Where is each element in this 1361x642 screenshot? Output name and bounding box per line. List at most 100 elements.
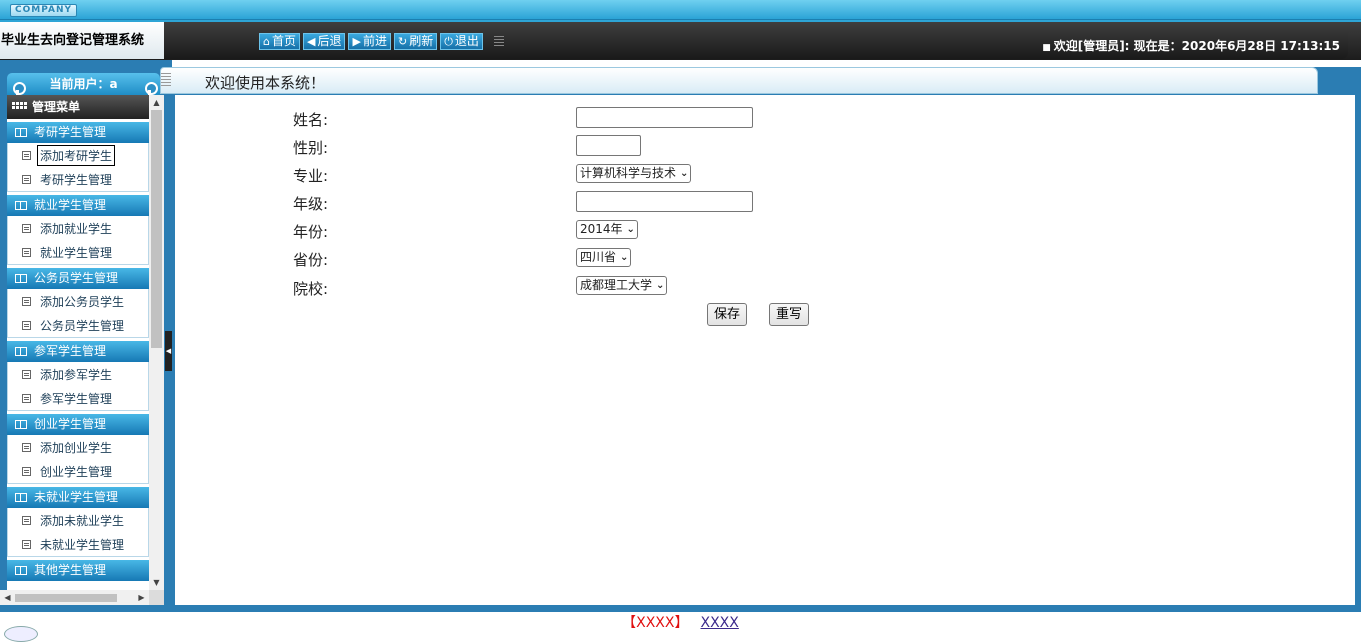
school-select-value: 成都理工大学	[580, 278, 653, 292]
group-header-kaoyan[interactable]: 考研学生管理	[7, 122, 149, 143]
back-button[interactable]: ◀ 后退	[303, 33, 346, 50]
document-icon	[22, 369, 31, 379]
welcome-status: ■ 欢迎[管理员]: 现在是：2020年6月28日 17:13:15	[1042, 37, 1340, 54]
tab-grip-icon	[161, 73, 171, 87]
menu-item-label: 考研学生管理	[40, 172, 113, 187]
school-select-box[interactable]: 成都理工大学 ⌄	[576, 276, 668, 295]
footer-link[interactable]: XXXX	[701, 615, 739, 631]
forward-button[interactable]: ▶ 前进	[348, 33, 391, 50]
scroll-left-arrow-icon[interactable]: ◀	[0, 590, 15, 605]
year-select[interactable]: 2014年 ⌄	[576, 220, 638, 239]
scroll-thumb[interactable]	[151, 110, 162, 348]
menu-item-manage-kaoyan[interactable]: 考研学生管理	[8, 167, 148, 191]
book-icon	[15, 566, 27, 575]
home-button[interactable]: ⌂ 首页	[259, 33, 300, 50]
current-time: 现在是：2020年6月28日 17:13:15	[1133, 39, 1340, 53]
company-logo: COMPANY	[10, 4, 77, 17]
home-icon: ⌂	[263, 35, 270, 48]
menu-item-manage-chuangye[interactable]: 创业学生管理	[8, 459, 148, 483]
group-title: 未就业学生管理	[34, 490, 119, 504]
major-select-box[interactable]: 计算机科学与技术 ⌄	[576, 164, 692, 183]
menu-item-label: 就业学生管理	[40, 245, 113, 260]
power-icon: ⏻	[444, 35, 453, 48]
menu-item-label: 添加考研学生	[37, 144, 116, 166]
school-select[interactable]: 成都理工大学 ⌄	[576, 276, 668, 295]
name-label: 姓名:	[293, 111, 329, 129]
footer-badge-icon	[4, 626, 38, 642]
back-arrow-icon: ◀	[307, 35, 316, 48]
current-user-bar: 当前用户：a	[7, 73, 160, 100]
home-button-label: 首页	[271, 34, 296, 48]
group-header-weijiuye[interactable]: 未就业学生管理	[7, 487, 149, 508]
group-title: 公务员学生管理	[34, 271, 119, 285]
scroll-down-arrow-icon[interactable]: ▼	[149, 575, 164, 590]
gender-input[interactable]	[576, 135, 641, 156]
forward-arrow-icon: ▶	[352, 35, 361, 48]
forward-button-label: 前进	[362, 34, 387, 48]
document-icon	[22, 466, 31, 476]
menu-item-add-weijiuye[interactable]: 添加未就业学生	[8, 508, 148, 532]
group-title: 参军学生管理	[34, 344, 107, 358]
refresh-icon: ↻	[397, 35, 408, 48]
grade-input[interactable]	[576, 191, 753, 212]
refresh-button[interactable]: ↻ 刷新	[393, 33, 438, 50]
book-icon	[15, 201, 27, 210]
back-button-label: 后退	[317, 34, 342, 48]
menu-group-gongwuyuan: 公务员学生管理 添加公务员学生 公务员学生管理	[7, 265, 149, 338]
menu-group-kaoyan: 考研学生管理 添加考研学生 考研学生管理	[7, 119, 149, 192]
system-title: 毕业生去向登记管理系统	[0, 22, 164, 59]
province-select-box[interactable]: 四川省 ⌄	[576, 248, 632, 267]
major-select[interactable]: 计算机科学与技术 ⌄	[576, 164, 692, 183]
name-field-wrap	[576, 107, 753, 128]
group-header-gongwuyuan[interactable]: 公务员学生管理	[7, 268, 149, 289]
menu-group-jiuye: 就业学生管理 添加就业学生 就业学生管理	[7, 192, 149, 265]
menu-item-label: 添加公务员学生	[40, 294, 125, 309]
document-icon	[22, 296, 31, 306]
sidebar-horizontal-scrollbar[interactable]: ◀ ▶	[0, 590, 149, 605]
square-bullet-icon: ■	[1042, 43, 1051, 53]
menu-item-label: 添加创业学生	[40, 440, 113, 455]
book-icon	[15, 347, 27, 356]
chevron-down-icon: ⌄	[620, 252, 629, 263]
menu-item-add-chuangye[interactable]: 添加创业学生	[8, 435, 148, 459]
save-button[interactable]: 保存	[707, 303, 748, 326]
footer: 【XXXX】 XXXX	[0, 612, 1361, 633]
document-icon	[22, 515, 31, 525]
menu-group-qita: 其他学生管理	[7, 557, 149, 581]
document-icon	[22, 223, 31, 233]
group-header-canjun[interactable]: 参军学生管理	[7, 341, 149, 362]
menu-item-label: 添加就业学生	[40, 221, 113, 236]
menu-item-add-gongwuyuan[interactable]: 添加公务员学生	[8, 289, 148, 313]
gender-field-wrap	[576, 135, 641, 156]
scrollbar-corner	[149, 590, 164, 605]
menu-item-manage-weijiuye[interactable]: 未就业学生管理	[8, 532, 148, 556]
chevron-down-icon: ⌄	[680, 168, 689, 179]
name-input[interactable]	[576, 107, 753, 128]
menu-item-manage-gongwuyuan[interactable]: 公务员学生管理	[8, 313, 148, 337]
sidebar-vertical-scrollbar[interactable]: ▲ ▼	[149, 95, 164, 590]
menu-item-manage-jiuye[interactable]: 就业学生管理	[8, 240, 148, 264]
menu-item-add-kaoyan[interactable]: 添加考研学生	[8, 143, 148, 167]
province-select[interactable]: 四川省 ⌄	[576, 248, 632, 267]
year-select-box[interactable]: 2014年 ⌄	[576, 220, 638, 239]
menu-group-canjun: 参军学生管理 添加参军学生 参军学生管理	[7, 338, 149, 411]
document-icon	[22, 393, 31, 403]
group-header-qita[interactable]: 其他学生管理	[7, 560, 149, 581]
year-select-value: 2014年	[580, 222, 623, 236]
logout-button[interactable]: ⏻ 退出	[440, 33, 483, 50]
chevron-down-icon: ⌄	[626, 224, 635, 235]
group-header-chuangye[interactable]: 创业学生管理	[7, 414, 149, 435]
document-icon	[22, 174, 31, 184]
menu-group-chuangye: 创业学生管理 添加创业学生 创业学生管理	[7, 411, 149, 484]
group-header-jiuye[interactable]: 就业学生管理	[7, 195, 149, 216]
menu-item-manage-canjun[interactable]: 参军学生管理	[8, 386, 148, 410]
scroll-right-arrow-icon[interactable]: ▶	[134, 590, 149, 605]
collapse-sidebar-icon[interactable]: ◀	[165, 331, 172, 371]
menu-item-add-canjun[interactable]: 添加参军学生	[8, 362, 148, 386]
reset-button[interactable]: 重写	[769, 303, 810, 326]
chevron-down-icon: ⌄	[656, 280, 665, 291]
menu-item-label: 公务员学生管理	[40, 318, 125, 333]
scroll-thumb[interactable]	[15, 594, 117, 602]
scroll-up-arrow-icon[interactable]: ▲	[149, 95, 164, 110]
menu-item-add-jiuye[interactable]: 添加就业学生	[8, 216, 148, 240]
